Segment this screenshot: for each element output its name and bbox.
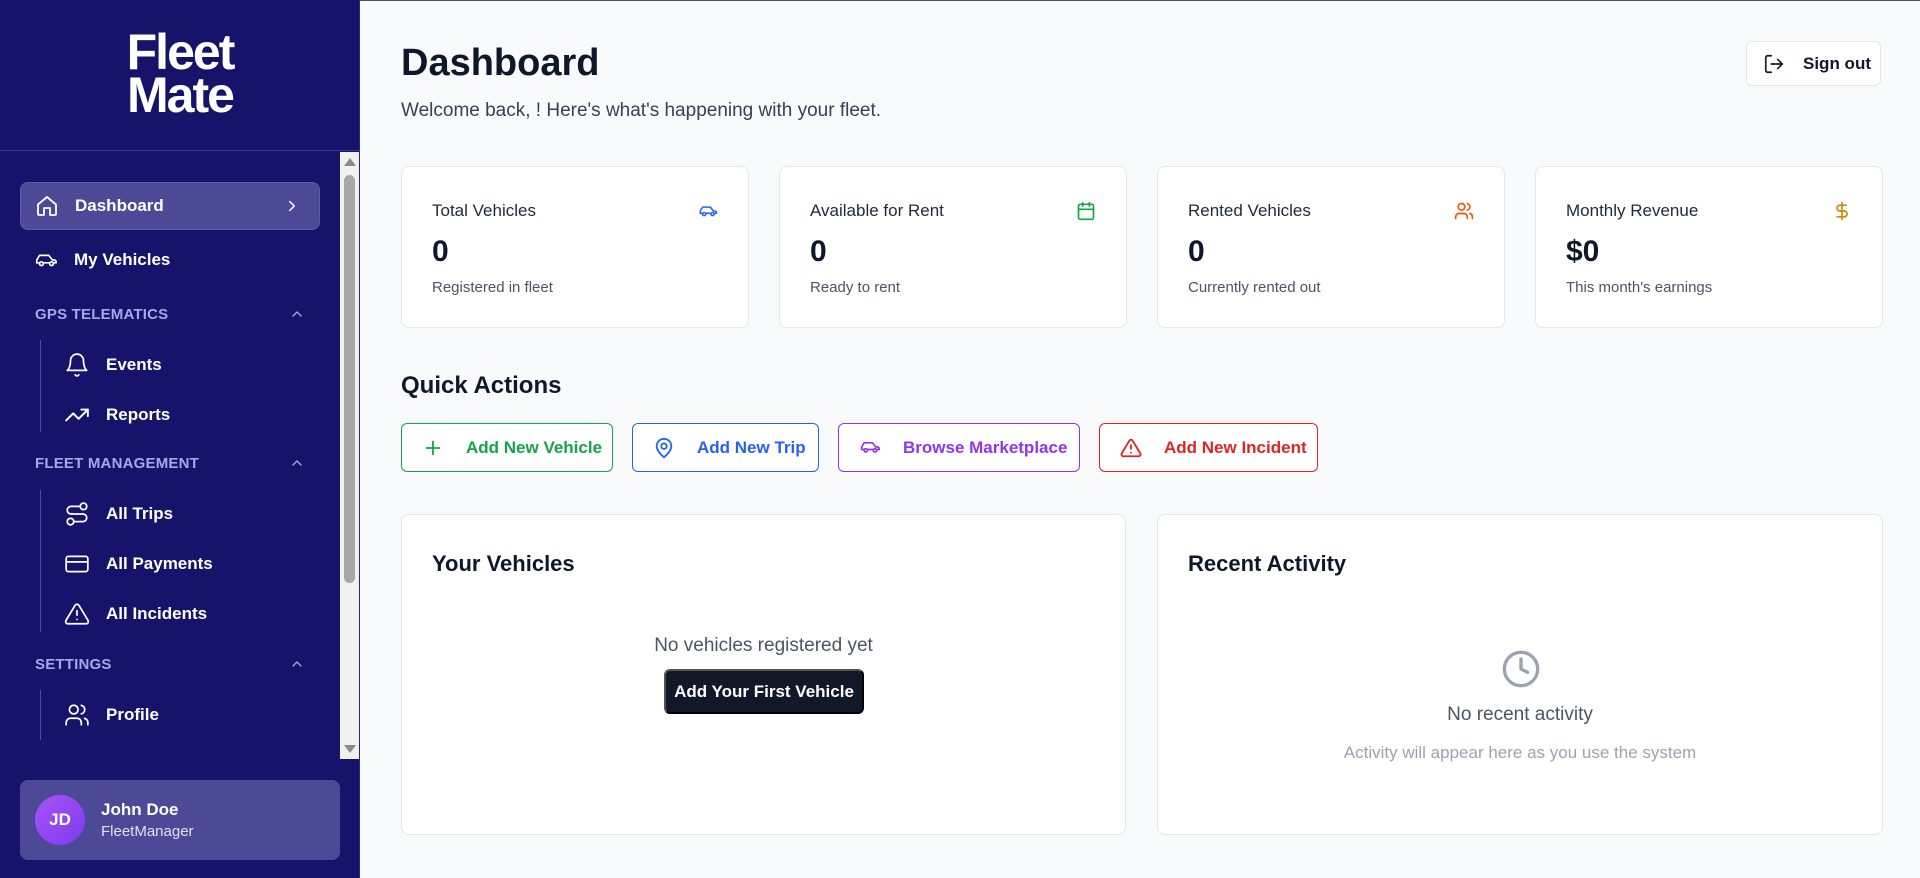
alert-triangle-icon [64,601,90,627]
quick-actions-title: Quick Actions [401,372,562,399]
sidebar-item-my-vehicles[interactable]: My Vehicles [20,236,320,284]
sidebar-item-label: All Incidents [106,604,208,623]
button-label: Add New Incident [1164,437,1307,457]
sidebar-item-all-incidents[interactable]: All Incidents [64,594,314,634]
chevron-up-icon [289,306,305,326]
sign-out-button[interactable]: Sign out [1746,41,1881,86]
empty-state-subtext: Activity will appear here as you use the… [1343,743,1697,762]
main-content: Dashboard Welcome back, ! Here's what's … [361,0,1920,878]
page-title: Dashboard [401,42,600,84]
log-out-icon [1763,53,1785,75]
panel-title: Your Vehicles [432,551,575,576]
stat-value: 0 [810,235,827,268]
sidebar-item-label: Dashboard [75,196,164,215]
route-icon [64,501,90,527]
stat-card-monthly-revenue: Monthly Revenue $0 This month's earnings [1535,166,1883,328]
section-divider [40,690,41,740]
user-card[interactable]: JD John Doe FleetManager [20,780,340,860]
browse-marketplace-button[interactable]: Browse Marketplace [838,423,1080,472]
button-label: Browse Marketplace [903,437,1068,457]
map-pin-icon [653,437,675,459]
button-label: Add New Trip [697,437,806,457]
stat-value: 0 [432,235,449,268]
section-label: FLEET MANAGEMENT [35,454,200,472]
add-new-vehicle-button[interactable]: Add New Vehicle [401,423,613,472]
sidebar-item-label: Events [106,355,162,374]
logo-line-2: Mate [127,67,235,123]
clock-icon [1501,649,1541,689]
car-icon [698,201,718,221]
scroll-thumb[interactable] [344,175,355,583]
car-icon [859,437,881,459]
stat-description: Currently rented out [1188,279,1321,296]
user-role: FleetManager [101,823,194,840]
sidebar-item-reports[interactable]: Reports [64,395,314,435]
sidebar-item-label: My Vehicles [74,250,171,269]
section-divider [40,490,41,632]
section-fleet-management[interactable]: FLEET MANAGEMENT [35,451,305,475]
stat-label: Monthly Revenue [1566,201,1699,220]
stat-description: This month's earnings [1566,279,1713,296]
scroll-up-arrow[interactable] [344,158,356,166]
your-vehicles-panel: Your Vehicles No vehicles registered yet… [401,514,1126,835]
section-settings[interactable]: SETTINGS [35,652,305,676]
credit-card-icon [64,551,90,577]
stat-card-rented-vehicles: Rented Vehicles 0 Currently rented out [1157,166,1505,328]
chevron-right-icon [283,197,301,220]
sidebar-item-label: All Trips [106,504,174,523]
sidebar: Fleet Mate Dashboard My Vehicles GPS TEL… [0,0,360,878]
sign-out-label: Sign out [1803,53,1871,73]
stat-label: Available for Rent [810,201,944,220]
add-new-incident-button[interactable]: Add New Incident [1099,423,1318,472]
chevron-up-icon [289,455,305,475]
sidebar-scrollbar[interactable] [340,152,359,759]
stat-value: 0 [1188,235,1205,268]
section-gps-telematics[interactable]: GPS TELEMATICS [35,302,305,326]
stat-value: $0 [1566,235,1600,268]
sidebar-item-events[interactable]: Events [64,345,314,385]
sidebar-item-label: Profile [106,705,159,724]
trending-up-icon [64,402,90,428]
dollar-icon [1832,201,1852,221]
panel-title: Recent Activity [1188,551,1347,576]
add-first-vehicle-button[interactable]: Add Your First Vehicle [664,669,864,714]
section-label: GPS TELEMATICS [35,305,169,323]
add-new-trip-button[interactable]: Add New Trip [632,423,819,472]
sidebar-item-profile[interactable]: Profile [64,695,314,735]
stat-card-available-for-rent: Available for Rent 0 Ready to rent [779,166,1127,328]
welcome-message: Welcome back, ! Here's what's happening … [401,100,882,121]
button-label: Add New Vehicle [466,437,603,457]
sidebar-item-all-payments[interactable]: All Payments [64,544,314,584]
sidebar-item-label: Reports [106,405,171,424]
users-icon [64,702,90,728]
recent-activity-panel: Recent Activity No recent activity Activ… [1157,514,1883,835]
user-name: John Doe [101,800,179,819]
stat-card-total-vehicles: Total Vehicles 0 Registered in fleet [401,166,749,328]
sidebar-nav: Dashboard My Vehicles GPS TELEMATICS Eve… [0,152,340,759]
stat-description: Registered in fleet [432,279,553,296]
stat-label: Total Vehicles [432,201,536,220]
alert-triangle-icon [1120,437,1142,459]
sidebar-item-all-trips[interactable]: All Trips [64,494,314,534]
stat-description: Ready to rent [810,279,901,296]
scroll-down-arrow[interactable] [344,745,356,753]
chevron-up-icon [289,656,305,676]
users-icon [1454,201,1474,221]
car-icon [34,248,58,272]
section-label: SETTINGS [35,655,112,673]
calendar-icon [1076,201,1096,221]
stat-label: Rented Vehicles [1188,201,1311,220]
empty-state-text: No recent activity [1447,704,1593,725]
logo[interactable]: Fleet Mate [0,0,360,151]
section-divider [40,340,41,432]
bell-icon [64,352,90,378]
sidebar-item-label: All Payments [106,554,213,573]
plus-icon [422,437,444,459]
avatar: JD [35,795,85,845]
home-icon [35,194,59,218]
sidebar-item-dashboard[interactable]: Dashboard [20,182,320,230]
empty-state-text: No vehicles registered yet [654,635,873,656]
